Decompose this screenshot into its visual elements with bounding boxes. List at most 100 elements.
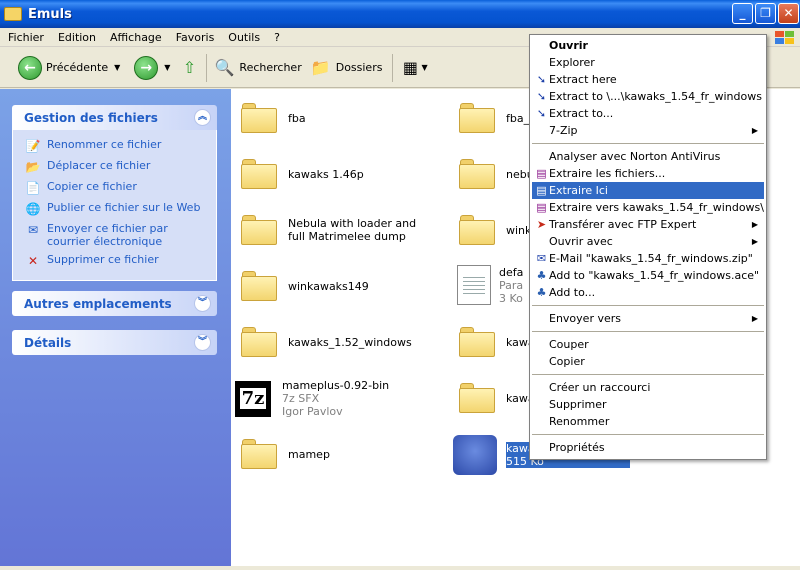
rar-icon: ▤ [536, 201, 547, 214]
arrow-down-icon: ➘ [536, 90, 547, 103]
submenu-arrow-icon: ▶ [751, 314, 758, 323]
expand-chevron-icon[interactable]: ︾ [194, 334, 211, 351]
forward-dropdown-icon[interactable]: ▼ [164, 63, 170, 72]
list-item[interactable]: kawa [459, 383, 535, 413]
collapse-chevron-icon[interactable]: ︽ [194, 109, 211, 126]
delete-x-icon: ✕ [27, 254, 39, 268]
list-item[interactable]: winkawaks149 [241, 271, 369, 301]
details-title: Détails [24, 335, 72, 350]
window-title: Emuls [28, 6, 72, 22]
task-label: Renommer ce fichier [47, 138, 162, 151]
menu-favoris[interactable]: Favoris [170, 31, 221, 44]
list-item[interactable]: defa Para 3 Ko [457, 265, 523, 305]
ctx-extract-to[interactable]: ➘ Extract to... [532, 105, 764, 122]
arrow-down-icon: ➘ [536, 107, 547, 120]
copy-icon: 📄 [25, 181, 41, 195]
ftp-icon: ➤ [536, 218, 547, 231]
7zip-icon: 7z [235, 380, 271, 417]
task-rename[interactable]: 📝 Renommer ce fichier [25, 138, 210, 154]
folder-icon [459, 215, 495, 245]
menu-edition[interactable]: Edition [52, 31, 102, 44]
ctx-cut[interactable]: Couper [532, 336, 764, 353]
back-dropdown-icon[interactable]: ▼ [114, 63, 120, 72]
up-folder-icon[interactable]: ⇧ [178, 57, 200, 79]
menu-help[interactable]: ? [268, 31, 286, 44]
views-dropdown-icon[interactable]: ▼ [421, 63, 427, 72]
toolbar-separator [392, 53, 394, 82]
ctx-extract-files[interactable]: ▤ Extraire les fichiers... [532, 165, 764, 182]
task-move[interactable]: 📂 Déplacer ce fichier [25, 159, 210, 175]
list-item[interactable]: fba [241, 103, 306, 133]
ctx-norton-scan[interactable]: Analyser avec Norton AntiVirus [532, 148, 764, 165]
folder-icon [241, 215, 277, 245]
ctx-open[interactable]: Ouvrir [532, 37, 764, 54]
search-icon[interactable]: 🔍 [213, 57, 235, 79]
file-type: Para [499, 278, 524, 292]
list-item[interactable]: kawaks_1.52_windows [241, 327, 412, 357]
maximize-button[interactable]: ❐ [755, 3, 776, 24]
ctx-copy[interactable]: Copier [532, 353, 764, 370]
settings-file-icon [457, 265, 491, 305]
list-item[interactable]: Nebula with loader and full Matrimelee d… [241, 215, 428, 245]
details-panel: Détails ︾ [12, 330, 217, 355]
forward-arrow-icon[interactable]: → [134, 55, 159, 80]
menu-separator [532, 374, 764, 375]
menu-affichage[interactable]: Affichage [104, 31, 168, 44]
list-item[interactable]: kawa [459, 327, 535, 357]
file-label-block: defa Para 3 Ko [499, 266, 523, 305]
ctx-extract-to-rar[interactable]: ▤ Extraire vers kawaks_1.54_fr_windows\ [532, 199, 764, 216]
folders-icon[interactable]: 📁 [310, 57, 332, 79]
back-arrow-icon[interactable]: ← [18, 55, 42, 80]
back-button-label[interactable]: Précédente [46, 61, 108, 74]
views-icon[interactable]: ▦ [399, 57, 421, 79]
menu-fichier[interactable]: Fichier [2, 31, 50, 44]
details-header[interactable]: Détails ︾ [12, 330, 217, 355]
list-item[interactable]: 7z mameplus-0.92-bin 7z SFX Igor Pavlov [235, 379, 389, 418]
list-item[interactable]: mamep [241, 439, 330, 469]
folder-icon [459, 383, 495, 413]
ctx-add-to[interactable]: ♣ Add to... [532, 284, 764, 301]
file-tasks-body: 📝 Renommer ce fichier 📂 Déplacer ce fich… [12, 130, 217, 281]
rename-icon: 📝 [25, 139, 41, 153]
folder-icon [241, 327, 277, 357]
list-item[interactable]: fba_ [459, 103, 529, 133]
ctx-send-to[interactable]: Envoyer vers ▶ [532, 310, 764, 327]
minimize-button[interactable]: _ [732, 3, 753, 24]
ctx-ftp-expert[interactable]: ➤ Transférer avec FTP Expert ▶ [532, 216, 764, 233]
other-places-header[interactable]: Autres emplacements ︾ [12, 291, 217, 316]
ctx-7zip[interactable]: 7-Zip ▶ [532, 122, 764, 139]
title-bar: Emuls _ ❐ ✕ [0, 0, 800, 28]
search-button[interactable]: Rechercher [239, 61, 301, 74]
file-tasks-header[interactable]: Gestion des fichiers ︽ [12, 105, 217, 130]
ctx-extract-here-rar[interactable]: ▤ Extraire Ici [532, 182, 764, 199]
close-button[interactable]: ✕ [778, 3, 799, 24]
ctx-rename[interactable]: Renommer [532, 413, 764, 430]
expand-chevron-icon[interactable]: ︾ [194, 295, 211, 312]
list-item[interactable]: kawaks 1.46p [241, 159, 364, 189]
task-label: Envoyer ce fichier par courrier électron… [47, 222, 168, 248]
task-publish[interactable]: 🌐 Publier ce fichier sur le Web [25, 201, 210, 217]
menu-outils[interactable]: Outils [222, 31, 266, 44]
ctx-add-to-ace[interactable]: ♣ Add to "kawaks_1.54_fr_windows.ace" [532, 267, 764, 284]
folders-button[interactable]: Dossiers [336, 61, 383, 74]
ctx-email-zip[interactable]: ✉ E-Mail "kawaks_1.54_fr_windows.zip" [532, 250, 764, 267]
file-name: mamep [288, 447, 330, 461]
list-item[interactable]: nebu [459, 159, 534, 189]
ctx-extract-to-folder[interactable]: ➘ Extract to \...\kawaks_1.54_fr_windows [532, 88, 764, 105]
ctx-delete[interactable]: Supprimer [532, 396, 764, 413]
menu-separator [532, 143, 764, 144]
task-email[interactable]: ✉ Envoyer ce fichier par courrier électr… [25, 222, 210, 248]
file-type: 7z SFX [282, 392, 320, 405]
file-name: winkawaks149 [288, 279, 369, 293]
task-copy[interactable]: 📄 Copier ce fichier [25, 180, 210, 196]
ctx-create-shortcut[interactable]: Créer un raccourci [532, 379, 764, 396]
ctx-extract-here[interactable]: ➘ Extract here [532, 71, 764, 88]
list-item[interactable]: wink [459, 215, 531, 245]
ctx-explore[interactable]: Explorer [532, 54, 764, 71]
submenu-arrow-icon: ▶ [751, 126, 758, 135]
ctx-open-with[interactable]: Ouvrir avec ▶ [532, 233, 764, 250]
ctx-properties[interactable]: Propriétés [532, 439, 764, 456]
folder-icon [459, 103, 495, 133]
file-name: wink [506, 223, 532, 237]
task-delete[interactable]: ✕ Supprimer ce fichier [25, 253, 210, 269]
